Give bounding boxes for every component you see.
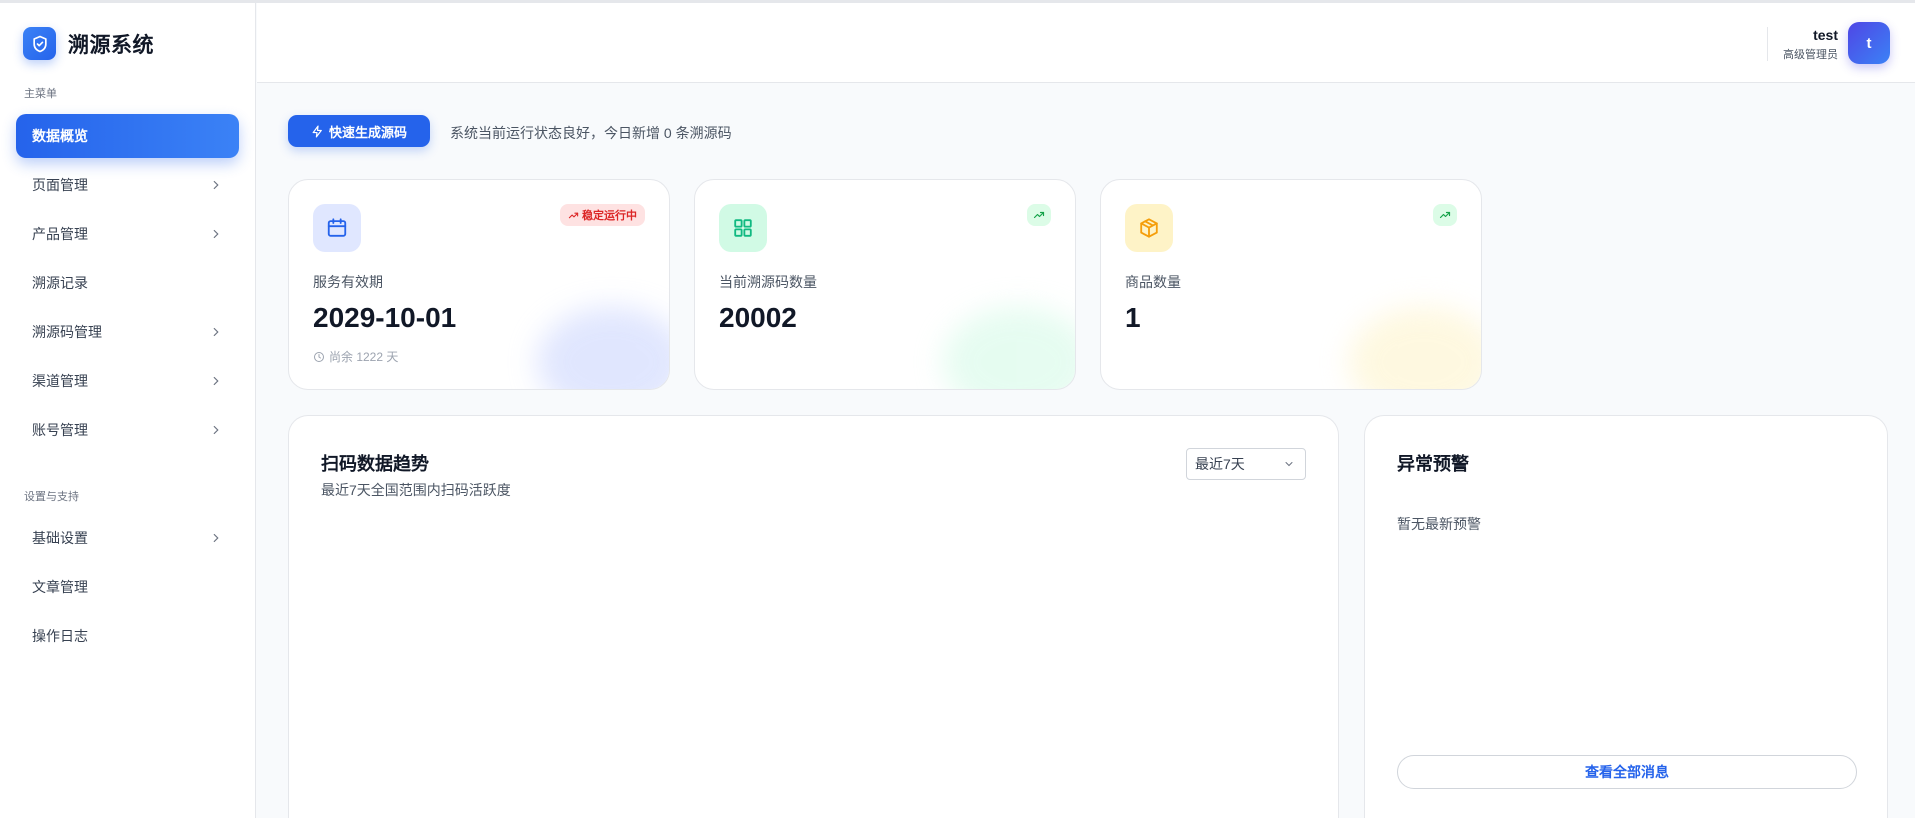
quick-generate-button[interactable]: 快速生成源码 (288, 115, 430, 147)
brand-title: 溯源系统 (68, 33, 154, 57)
panel-title: 异常预警 (1397, 454, 1469, 474)
sidebar-item-label: 产品管理 (32, 226, 88, 242)
chevron-down-icon (1285, 462, 1293, 467)
alerts-panel: 异常预警 暂无最新预警 查看全部消息 (1364, 415, 1888, 818)
sidebar-item-trace-codes[interactable]: 溯源码管理 (16, 310, 239, 354)
sidebar-item-label: 基础设置 (32, 530, 88, 546)
clock-icon (314, 351, 324, 362)
sidebar-item-basic-settings[interactable]: 基础设置 (16, 516, 239, 560)
scan-trend-panel: 扫码数据趋势 最近7天全国范围内扫码活跃度 最近7天 (288, 415, 1339, 818)
trending-up-icon (568, 212, 579, 218)
section-label-main: 主菜单 (24, 88, 57, 100)
brand[interactable]: 溯源系统 (23, 27, 154, 60)
trend-badge (1433, 204, 1457, 226)
sidebar-item-trace-records[interactable]: 溯源记录 (16, 261, 239, 305)
date-range-select[interactable]: 最近7天 (1186, 448, 1306, 480)
trend-badge (1027, 204, 1051, 226)
sidebar-item-label: 溯源记录 (32, 275, 88, 291)
sidebar-item-logs[interactable]: 操作日志 (16, 614, 239, 658)
sidebar-item-products[interactable]: 产品管理 (16, 212, 239, 256)
decor-blob (537, 307, 669, 389)
sidebar-item-label: 文章管理 (32, 579, 88, 595)
stat-value: 1 (1125, 302, 1141, 333)
panel-title: 扫码数据趋势 (321, 454, 429, 474)
chevron-right-icon (213, 533, 219, 543)
panel-subtitle: 最近7天全国范围内扫码活跃度 (321, 482, 511, 498)
decor-blob (1349, 307, 1481, 389)
chevron-right-icon (213, 229, 219, 239)
chevron-right-icon (213, 327, 219, 337)
stat-card-service-validity: 稳定运行中 服务有效期 2029-10-01 尚余 1222 天 (288, 179, 670, 390)
status-badge-label: 稳定运行中 (582, 210, 637, 222)
chevron-right-icon (213, 180, 219, 190)
package-icon (1125, 204, 1173, 252)
sidebar-item-label: 账号管理 (32, 422, 88, 438)
status-badge: 稳定运行中 (560, 204, 645, 226)
sidebar: 溯源系统 主菜单 数据概览 页面管理 产品管理 溯源记录 溯源码管理 渠道管理 … (0, 3, 256, 818)
date-range-value: 最近7天 (1195, 456, 1245, 472)
user-info[interactable]: test 高级管理员 (1783, 27, 1838, 62)
shield-check-icon (23, 27, 56, 60)
stat-card-trace-code-count: 当前溯源码数量 20002 (694, 179, 1076, 390)
user-role: 高级管理员 (1783, 49, 1838, 61)
grid-icon (719, 204, 767, 252)
sidebar-item-label: 操作日志 (32, 628, 88, 644)
sidebar-item-articles[interactable]: 文章管理 (16, 565, 239, 609)
header-divider (1767, 27, 1768, 61)
calendar-icon (313, 204, 361, 252)
stat-value: 20002 (719, 302, 797, 333)
lightning-icon (312, 124, 322, 138)
alerts-empty-message: 暂无最新预警 (1397, 516, 1481, 532)
stat-remaining-label: 尚余 1222 天 (329, 350, 399, 364)
section-label-settings: 设置与支持 (24, 491, 79, 503)
top-header: test 高级管理员 t (257, 3, 1915, 83)
trend-chart-area (321, 526, 1306, 818)
avatar[interactable]: t (1848, 22, 1890, 64)
stat-label: 当前溯源码数量 (719, 274, 817, 290)
stat-card-product-count: 商品数量 1 (1100, 179, 1482, 390)
stat-value: 2029-10-01 (313, 302, 457, 333)
stat-remaining: 尚余 1222 天 (313, 348, 398, 365)
trending-up-icon (1439, 211, 1451, 219)
sidebar-item-pages[interactable]: 页面管理 (16, 163, 239, 207)
decor-blob (943, 307, 1075, 389)
sidebar-item-channels[interactable]: 渠道管理 (16, 359, 239, 403)
user-name: test (1813, 27, 1838, 43)
sidebar-item-overview[interactable]: 数据概览 (16, 114, 239, 158)
stat-label: 服务有效期 (313, 274, 383, 290)
sidebar-item-label: 渠道管理 (32, 373, 88, 389)
chevron-right-icon (213, 425, 219, 435)
stat-label: 商品数量 (1125, 274, 1181, 290)
quick-generate-label: 快速生成源码 (328, 124, 407, 140)
sidebar-item-label: 溯源码管理 (32, 324, 102, 340)
sidebar-item-label: 页面管理 (32, 177, 88, 193)
sidebar-item-accounts[interactable]: 账号管理 (16, 408, 239, 452)
trending-up-icon (1033, 211, 1045, 219)
sidebar-item-label: 数据概览 (32, 128, 88, 144)
view-all-messages-button[interactable]: 查看全部消息 (1397, 755, 1857, 789)
system-status-text: 系统当前运行状态良好，今日新增 0 条溯源码 (450, 125, 732, 141)
chevron-right-icon (213, 376, 219, 386)
